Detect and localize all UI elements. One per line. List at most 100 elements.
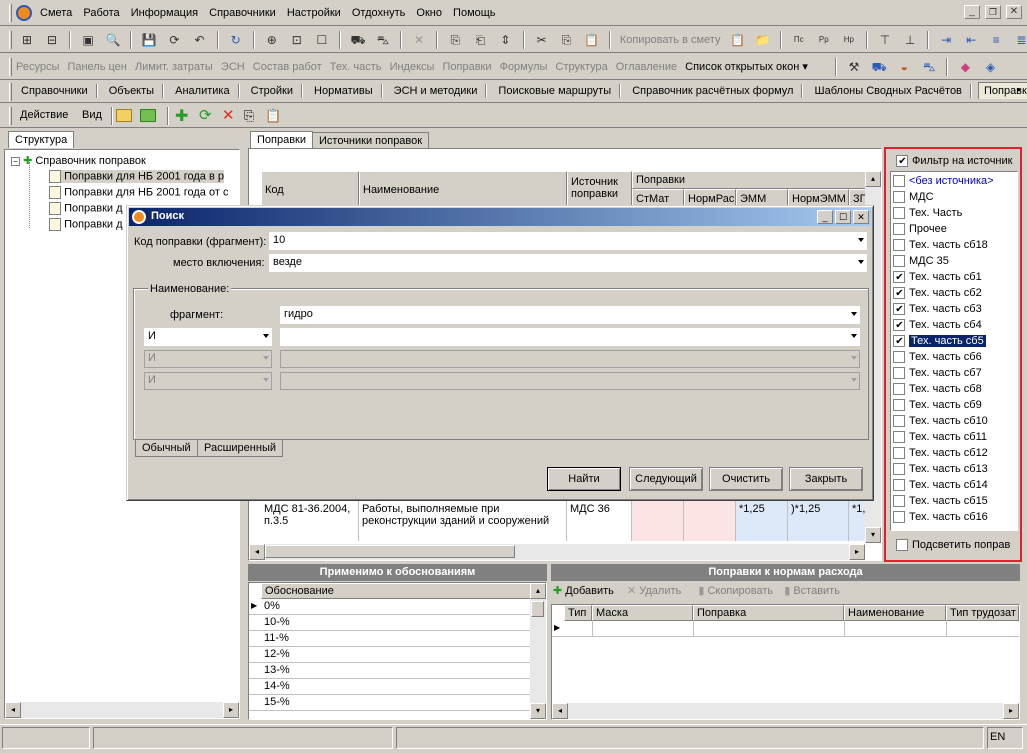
- tb-limits[interactable]: Лимит. затраты: [135, 61, 213, 73]
- source-filter-checkbox[interactable]: [893, 175, 905, 188]
- doc-tab-routes[interactable]: Поисковые маршруты: [493, 85, 616, 97]
- reload-icon[interactable]: ↻: [226, 30, 246, 50]
- view-menu[interactable]: Вид: [82, 109, 102, 121]
- collapse-icon[interactable]: −: [11, 157, 20, 166]
- doc-tab-esn[interactable]: ЭСН и методики: [389, 85, 483, 97]
- source-filter-item[interactable]: Тех. часть сб12: [893, 446, 988, 462]
- shoe-icon[interactable]: ◒: [894, 57, 914, 77]
- grid-hscroll[interactable]: ◂ ▸: [249, 544, 865, 560]
- clear-button[interactable]: Очистить: [709, 467, 783, 491]
- tb-tech[interactable]: Тех. часть: [330, 61, 382, 73]
- paste-icon[interactable]: 📋: [582, 30, 602, 50]
- copy-icon[interactable]: ⎘: [557, 30, 577, 50]
- outdent-icon[interactable]: ⇤: [961, 30, 981, 50]
- align-right-icon[interactable]: ≣: [1011, 30, 1027, 50]
- source-filter-checkbox[interactable]: [893, 463, 905, 476]
- source-filter-checkbox[interactable]: [893, 367, 905, 380]
- tree-item[interactable]: Поправки для НБ 2001 года в р: [49, 170, 224, 183]
- doc-tab-formulas[interactable]: Справочник расчётных формул: [627, 85, 798, 97]
- indent-icon[interactable]: ⇥: [936, 30, 956, 50]
- pc-icon[interactable]: Пс: [789, 30, 809, 50]
- code-input[interactable]: 10: [269, 232, 867, 250]
- operator-select-3[interactable]: И: [144, 372, 272, 390]
- cut-icon[interactable]: ✂: [532, 30, 552, 50]
- source-filter-checkbox[interactable]: [893, 319, 905, 332]
- align-left-icon[interactable]: ≡: [986, 30, 1006, 50]
- app-icon[interactable]: [16, 5, 32, 21]
- source-filter-item[interactable]: Тех. часть сб2: [893, 286, 982, 302]
- table-row[interactable]: МДС 81-36.2004, п.3.5 Работы, выполняемы…: [261, 501, 872, 541]
- paste-icon[interactable]: 📋: [265, 108, 281, 124]
- tb-formulas[interactable]: Формулы: [500, 61, 548, 73]
- source-filter-checkbox[interactable]: [893, 207, 905, 220]
- tree2-icon[interactable]: ⊟: [42, 30, 62, 50]
- copy-icon[interactable]: ⎘: [244, 108, 254, 124]
- car-icon[interactable]: ⛟: [348, 30, 368, 50]
- pr-icon[interactable]: Рр: [814, 30, 834, 50]
- source-filter-item[interactable]: <без источника>: [893, 174, 994, 190]
- source-filter-checkbox[interactable]: [893, 335, 905, 348]
- tb-indexes[interactable]: Индексы: [390, 61, 435, 73]
- dialog-close-button[interactable]: ✕: [853, 210, 869, 224]
- doc-tab-analytics[interactable]: Аналитика: [170, 85, 234, 97]
- source-filter-checkbox[interactable]: [893, 223, 905, 236]
- source-filter-item[interactable]: МДС: [893, 190, 934, 206]
- add-icon[interactable]: ✚: [175, 106, 188, 126]
- menu-rest[interactable]: Отдохнуть: [348, 4, 410, 22]
- source-filter-item[interactable]: Тех. часть сб6: [893, 350, 982, 366]
- source-filter-item[interactable]: Тех. часть сб8: [893, 382, 982, 398]
- source-filter-checkbox[interactable]: [893, 255, 905, 268]
- source-filter-item[interactable]: Тех. Часть: [893, 206, 962, 222]
- col-correction-header[interactable]: Поправка: [693, 605, 844, 621]
- doc-tab-objects[interactable]: Объекты: [104, 85, 159, 97]
- filter-toggle[interactable]: Фильтр на источник: [896, 155, 1012, 168]
- source-filter-item[interactable]: Тех. часть сб16: [893, 510, 988, 526]
- refresh-icon[interactable]: ⟳: [164, 30, 184, 50]
- source-filter-item[interactable]: Тех. часть сб4: [893, 318, 982, 334]
- vehicle-icon[interactable]: ⛟: [869, 57, 889, 77]
- source-filter-item[interactable]: Тех. часть сб7: [893, 366, 982, 382]
- source-filter-checkbox[interactable]: [893, 239, 905, 252]
- menu-spravochniki[interactable]: Справочники: [205, 4, 280, 22]
- restore-button[interactable]: ❐: [984, 5, 1001, 19]
- condition-input-3[interactable]: [280, 372, 860, 390]
- paste-norm-button[interactable]: Вставить: [793, 585, 840, 597]
- dialog-minimize-button[interactable]: _: [817, 210, 833, 224]
- col-name-header[interactable]: Наименование: [844, 605, 946, 621]
- source-filter-checkbox[interactable]: [893, 383, 905, 396]
- source-filter-checkbox[interactable]: [893, 511, 905, 524]
- open-windows-dropdown[interactable]: Список открытых окон ▾: [685, 61, 808, 73]
- menu-help[interactable]: Помощь: [449, 4, 500, 22]
- source-filter-item[interactable]: Тех. часть сб1: [893, 270, 982, 286]
- col-type-header[interactable]: Тип: [564, 605, 592, 621]
- col-code-header[interactable]: Код: [261, 171, 359, 209]
- table-row[interactable]: 14-%: [249, 679, 531, 695]
- doc-up-icon[interactable]: ⎘: [445, 30, 465, 50]
- source-filter-checkbox[interactable]: [893, 431, 905, 444]
- source-filter-checkbox[interactable]: [893, 191, 905, 204]
- fragment-input[interactable]: гидро: [280, 306, 860, 324]
- layers-icon[interactable]: ◈: [980, 57, 1000, 77]
- menu-info[interactable]: Информация: [127, 4, 202, 22]
- doc-add-icon[interactable]: ⎗: [470, 30, 490, 50]
- operator-select-1[interactable]: И: [144, 328, 272, 346]
- col-mask-header[interactable]: Маска: [592, 605, 693, 621]
- source-filter-item[interactable]: Тех. часть сб13: [893, 462, 988, 478]
- doc-tab-normativy[interactable]: Нормативы: [309, 85, 378, 97]
- action-menu[interactable]: Действие: [20, 109, 68, 121]
- table-row[interactable]: 15-%: [249, 695, 531, 711]
- tree-icon[interactable]: ⊞: [17, 30, 37, 50]
- find-button[interactable]: Найти: [547, 467, 621, 491]
- truck-icon[interactable]: ⛍: [373, 30, 393, 50]
- tab-corrections[interactable]: Поправки: [250, 131, 314, 148]
- source-filter-item[interactable]: Тех. часть сб15: [893, 494, 988, 510]
- tb-esn[interactable]: ЭСН: [221, 61, 245, 73]
- table-row[interactable]: 10-%: [249, 615, 531, 631]
- delete-icon[interactable]: ✕: [409, 30, 429, 50]
- source-filter-checkbox[interactable]: [893, 399, 905, 412]
- filter2-icon[interactable]: ⊥: [900, 30, 920, 50]
- tab-structure[interactable]: Структура: [8, 131, 75, 148]
- source-filter-item[interactable]: Тех. часть сб10: [893, 414, 988, 430]
- menu-settings[interactable]: Настройки: [283, 4, 345, 22]
- tree-item[interactable]: Поправки д: [49, 218, 123, 231]
